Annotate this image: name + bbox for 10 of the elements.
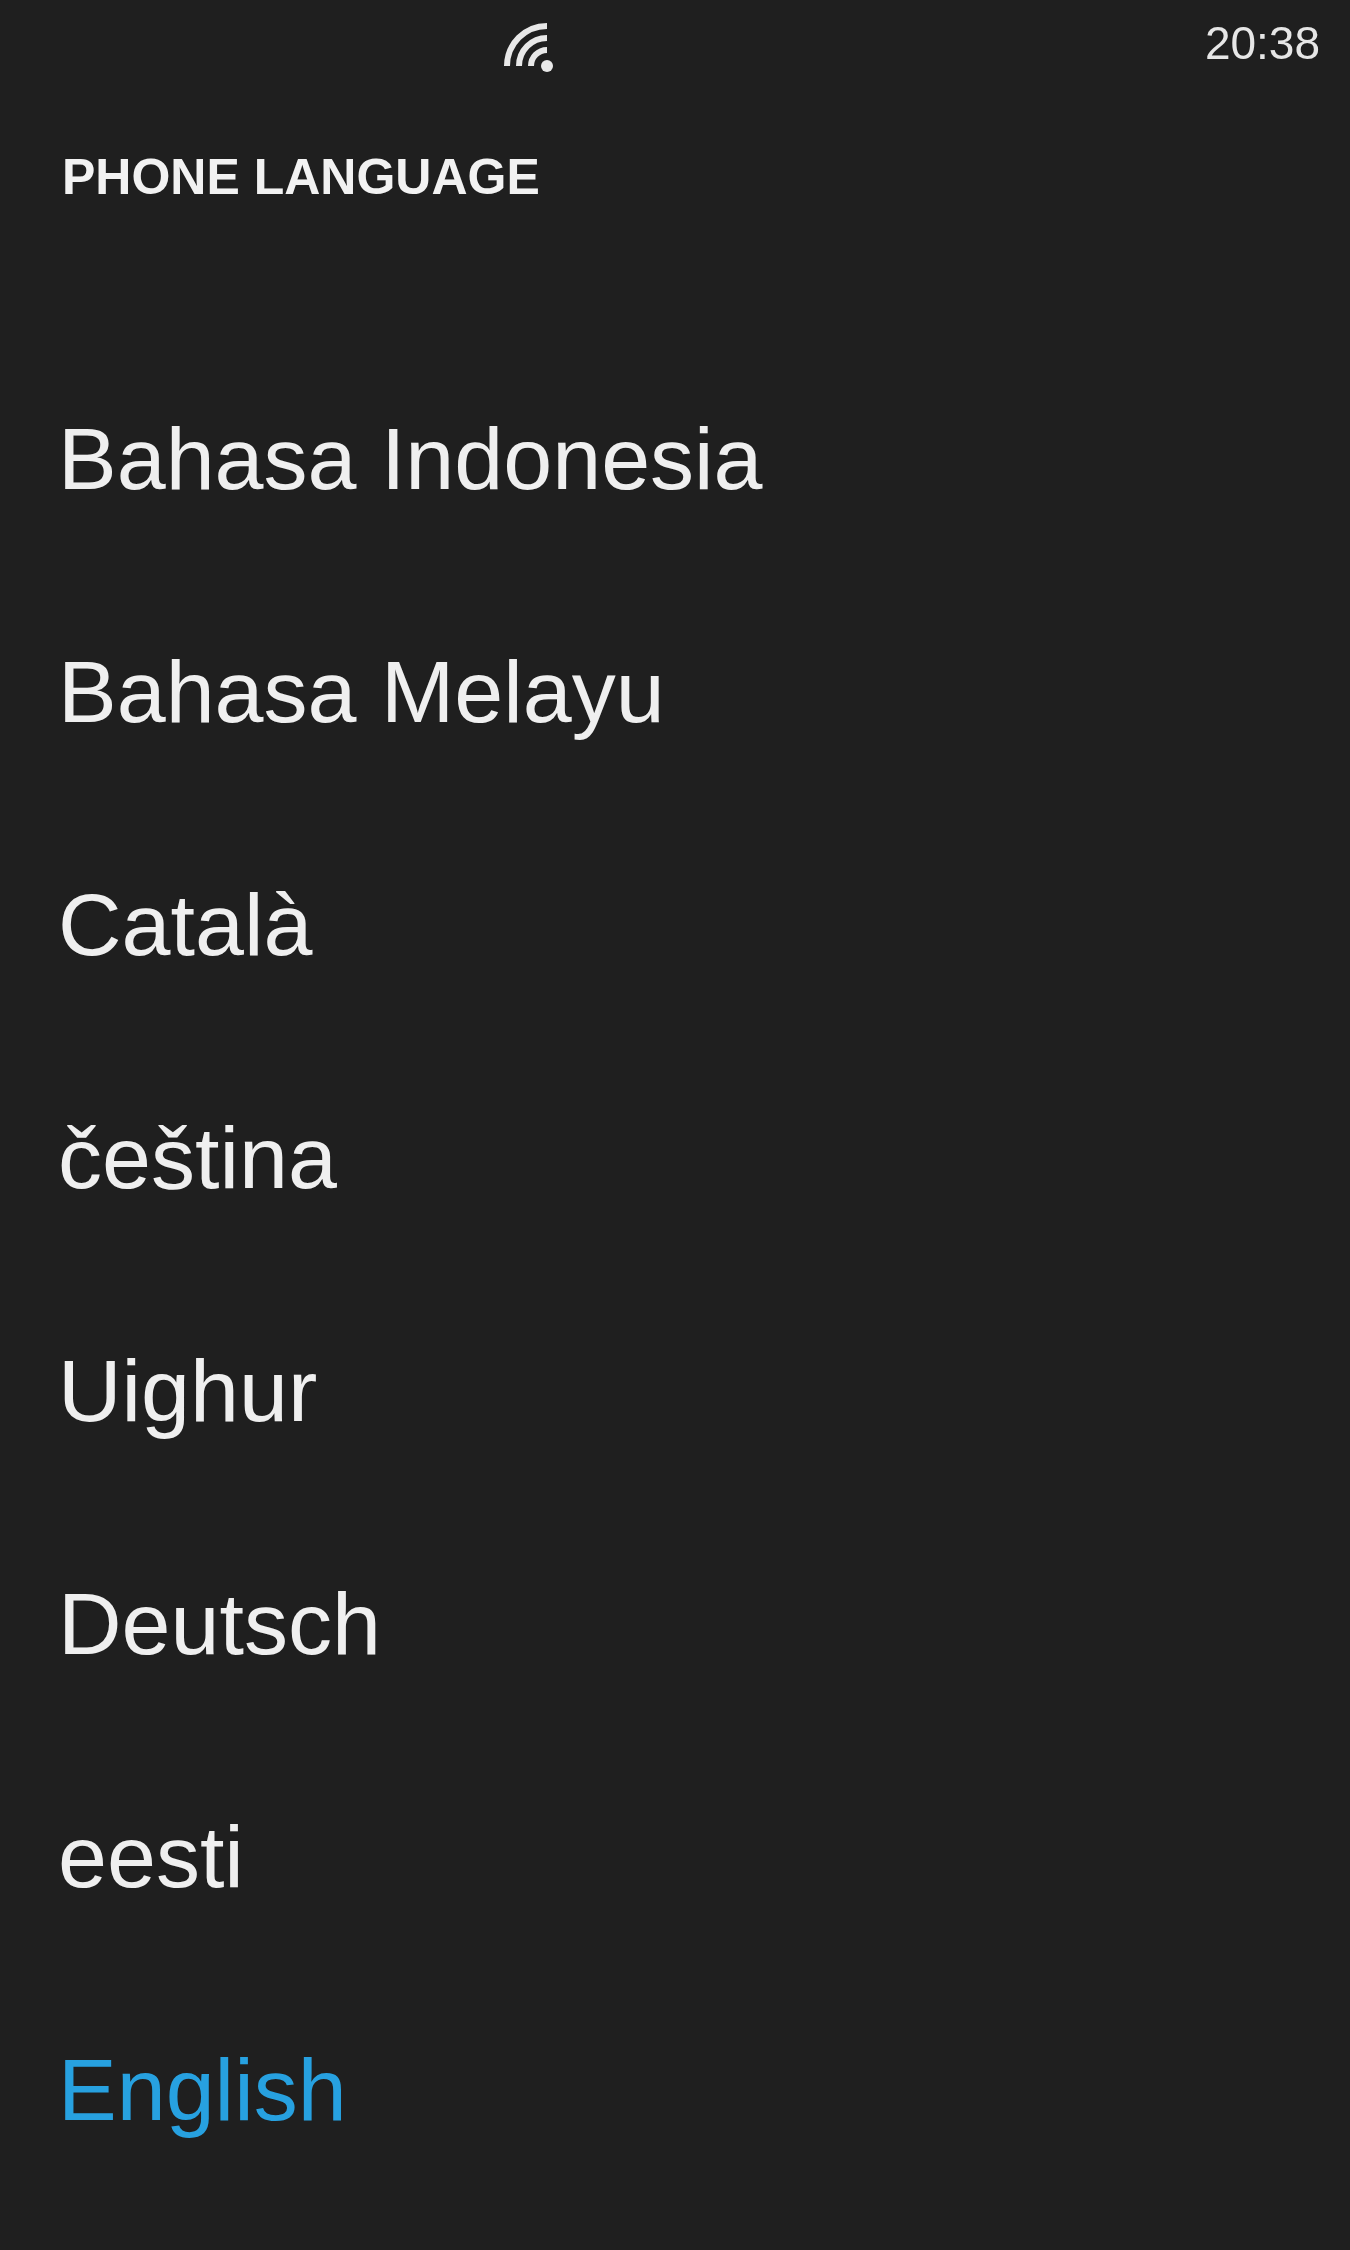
language-item[interactable]: English bbox=[0, 1973, 347, 2206]
clock-time: 20:38 bbox=[1204, 16, 1320, 70]
page-title: PHONE LANGUAGE bbox=[62, 148, 540, 207]
language-item[interactable]: Bahasa Melayu bbox=[0, 575, 665, 808]
language-item[interactable]: eesti bbox=[0, 1740, 244, 1973]
language-item[interactable]: čeština bbox=[0, 1041, 337, 1274]
language-item[interactable]: Bahasa Indonesia bbox=[0, 342, 763, 575]
language-item[interactable]: Uighur bbox=[0, 1274, 318, 1507]
language-item[interactable]: Català bbox=[0, 808, 313, 1041]
language-item[interactable]: Deutsch bbox=[0, 1507, 381, 1740]
